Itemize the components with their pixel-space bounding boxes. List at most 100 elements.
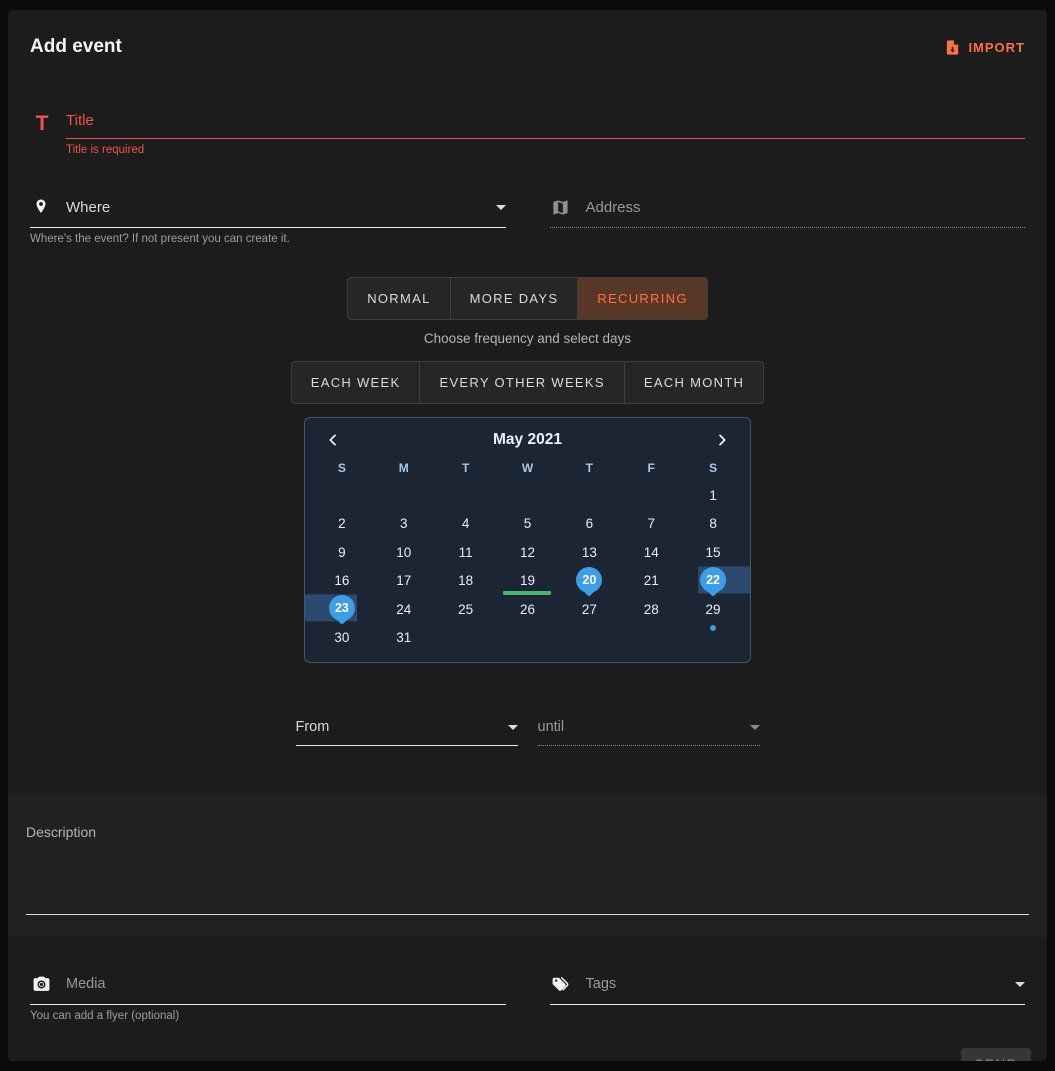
address-input[interactable]: Address: [550, 196, 1026, 228]
until-time-select[interactable]: until: [538, 719, 760, 746]
from-value: From: [296, 719, 330, 735]
calendar-day-16[interactable]: 16: [311, 567, 373, 596]
title-input[interactable]: Title: [66, 112, 1025, 139]
title-field-row: T Title Title is required: [30, 112, 1025, 156]
calendar-day-30[interactable]: 30: [311, 624, 373, 653]
weekday-label: F: [620, 454, 682, 481]
calendar-day-8[interactable]: 8: [682, 510, 744, 539]
calendar-day-empty: [558, 624, 620, 653]
calendar-day-13[interactable]: 13: [558, 538, 620, 567]
weekday-label: M: [373, 454, 435, 481]
calendar-day-3[interactable]: 3: [373, 510, 435, 539]
calendar-day-empty: [497, 481, 559, 510]
calendar-next-button[interactable]: [712, 430, 732, 450]
time-range-row: From until: [296, 719, 760, 746]
calendar-day-empty: [620, 481, 682, 510]
calendar-day-empty: [435, 481, 497, 510]
calendar-day-22[interactable]: 22: [682, 567, 744, 596]
calendar-day-empty: [373, 481, 435, 510]
send-button[interactable]: SEND: [961, 1048, 1031, 1061]
media-helper-text: You can add a flyer (optional): [30, 1010, 506, 1022]
calendar-day-empty: [497, 624, 559, 653]
media-input[interactable]: Media: [30, 973, 506, 1005]
tags-icon: [550, 973, 572, 995]
tags-select[interactable]: Tags: [550, 973, 1026, 1005]
calendar-day-11[interactable]: 11: [435, 538, 497, 567]
import-button[interactable]: IMPORT: [941, 36, 1025, 58]
chevron-right-icon: [714, 432, 730, 448]
calendar-day-4[interactable]: 4: [435, 510, 497, 539]
calendar-day-12[interactable]: 12: [497, 538, 559, 567]
frequency-every-other-weeks-button[interactable]: EVERY OTHER WEEKS: [420, 362, 624, 403]
calendar-day-9[interactable]: 9: [311, 538, 373, 567]
calendar-week-row: 2 3 4 5 6 7 8: [311, 510, 744, 539]
calendar-day-empty: [620, 624, 682, 653]
calendar-day-23[interactable]: 23: [311, 595, 373, 624]
calendar-day-14[interactable]: 14: [620, 538, 682, 567]
map-icon: [550, 196, 572, 218]
calendar-day-2[interactable]: 2: [311, 510, 373, 539]
import-label: IMPORT: [968, 40, 1025, 55]
calendar-day-10[interactable]: 10: [373, 538, 435, 567]
calendar-week-row: 16 17 18 19 20 21 22: [311, 567, 744, 596]
calendar-day-19[interactable]: 19: [497, 567, 559, 596]
calendar-week-row: 9 10 11 12 13 14 15: [311, 538, 744, 567]
calendar-day-7[interactable]: 7: [620, 510, 682, 539]
calendar-week-row: 30 31: [311, 624, 744, 653]
media-tags-row: Media You can add a flyer (optional) Tag…: [30, 973, 1025, 1022]
calendar-day-1[interactable]: 1: [682, 481, 744, 510]
calendar-day-27[interactable]: 27: [558, 595, 620, 624]
location-pin-icon: [30, 196, 52, 218]
where-select[interactable]: Where: [30, 196, 506, 228]
frequency-options: EACH WEEK EVERY OTHER WEEKS EACH MONTH: [291, 361, 765, 404]
selected-day-marker: 23: [329, 595, 355, 621]
calendar-day-26[interactable]: 26: [497, 595, 559, 624]
calendar-week-row: 1: [311, 481, 744, 510]
calendar-day-21[interactable]: 21: [620, 567, 682, 596]
calendar-day-25[interactable]: 25: [435, 595, 497, 624]
description-label: Description: [26, 824, 1029, 840]
tab-more-days[interactable]: MORE DAYS: [451, 278, 579, 319]
title-placeholder: Title: [66, 112, 94, 129]
title-icon: T: [30, 112, 54, 156]
from-time-select[interactable]: From: [296, 719, 518, 746]
calendar: May 2021 S M T W T F S 1 2 3 4: [304, 417, 751, 663]
calendar-day-empty: [435, 624, 497, 653]
calendar-day-17[interactable]: 17: [373, 567, 435, 596]
title-error-text: Title is required: [66, 144, 1025, 156]
calendar-day-6[interactable]: 6: [558, 510, 620, 539]
where-value: Where: [66, 199, 110, 216]
calendar-day-31[interactable]: 31: [373, 624, 435, 653]
camera-icon: [30, 973, 52, 995]
description-underline: [26, 914, 1029, 915]
tab-normal[interactable]: NORMAL: [348, 278, 450, 319]
chevron-down-icon: [496, 205, 506, 210]
calendar-day-18[interactable]: 18: [435, 567, 497, 596]
address-placeholder: Address: [586, 199, 641, 216]
frequency-each-month-button[interactable]: EACH MONTH: [625, 362, 763, 403]
calendar-day-28[interactable]: 28: [620, 595, 682, 624]
dialog-header: Add event IMPORT: [8, 10, 1047, 58]
until-placeholder: until: [538, 719, 565, 735]
file-import-icon: [941, 36, 963, 58]
add-event-dialog: Add event IMPORT T Title Title is requir…: [8, 10, 1047, 1061]
weekday-label: T: [435, 454, 497, 481]
calendar-weekday-header: S M T W T F S: [311, 454, 744, 481]
calendar-day-5[interactable]: 5: [497, 510, 559, 539]
description-textarea[interactable]: Description: [8, 794, 1047, 937]
calendar-day-empty: [311, 481, 373, 510]
calendar-week-row: 23 24 25 26 27 28 29: [311, 595, 744, 624]
calendar-day-29[interactable]: 29: [682, 595, 744, 624]
tab-recurring[interactable]: RECURRING: [578, 278, 706, 319]
frequency-each-week-button[interactable]: EACH WEEK: [292, 362, 421, 403]
weekday-label: S: [311, 454, 373, 481]
page-title: Add event: [30, 36, 122, 58]
calendar-prev-button[interactable]: [323, 430, 343, 450]
calendar-day-24[interactable]: 24: [373, 595, 435, 624]
calendar-day-empty: [558, 481, 620, 510]
calendar-day-20[interactable]: 20: [558, 567, 620, 596]
calendar-month-label: May 2021: [343, 431, 712, 449]
selected-day-marker: 20: [576, 567, 602, 593]
frequency-hint-text: Choose frequency and select days: [8, 331, 1047, 346]
calendar-day-15[interactable]: 15: [682, 538, 744, 567]
